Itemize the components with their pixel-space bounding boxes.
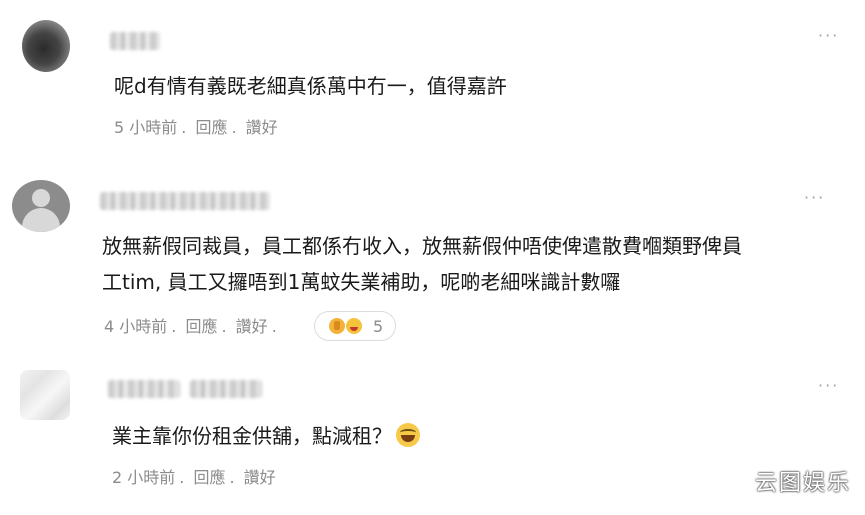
- author-name-blurred-2[interactable]: [190, 380, 262, 398]
- reply-link[interactable]: 回應: [185, 317, 217, 336]
- author-name-blurred[interactable]: [110, 32, 160, 50]
- author-name-blurred[interactable]: [100, 192, 270, 210]
- like-link[interactable]: 讚好: [236, 317, 268, 336]
- separator: .: [171, 317, 177, 336]
- comment-meta: 4 小時前. 回應. 讚好.: [104, 317, 281, 337]
- reaction-count: 5: [373, 316, 384, 336]
- like-link[interactable]: 讚好: [246, 118, 278, 137]
- separator: .: [231, 118, 237, 137]
- timestamp: 5 小時前: [114, 118, 178, 137]
- more-options-icon[interactable]: ···: [804, 190, 825, 206]
- thumbs-up-icon: [329, 318, 345, 334]
- avatar[interactable]: [20, 370, 70, 420]
- reply-link[interactable]: 回應: [195, 118, 227, 137]
- separator: .: [229, 468, 235, 487]
- avatar-head: [32, 189, 50, 207]
- timestamp: 2 小時前: [112, 468, 176, 487]
- comment-meta: 2 小時前. 回應. 讚好: [112, 468, 280, 488]
- comment-text-body: 業主靠你份租金供舖，點減租？: [112, 424, 392, 448]
- comment-text: 呢d有情有義既老細真係萬中冇一，值得嘉許: [114, 74, 507, 98]
- avatar[interactable]: [22, 20, 70, 72]
- comment-text-line-2: 工tim, 員工又攞唔到1萬蚊失業補助，呢啲老細咪識計數囉: [102, 270, 621, 294]
- comment-meta: 5 小時前. 回應. 讚好: [114, 118, 282, 138]
- separator: .: [181, 118, 187, 137]
- reply-link[interactable]: 回應: [193, 468, 225, 487]
- more-options-icon[interactable]: ···: [818, 28, 839, 44]
- avatar-shoulders: [22, 208, 60, 232]
- comment-text-line-1: 放無薪假同裁員，員工都係冇收入，放無薪假仲唔使俾遣散費嗰類野俾員: [102, 234, 742, 258]
- reactions-pill[interactable]: 5: [314, 311, 397, 341]
- comment-text: 業主靠你份租金供舖，點減租？: [112, 418, 420, 454]
- timestamp: 4 小時前: [104, 317, 168, 336]
- comment-text: 放無薪假同裁員，員工都係冇收入，放無薪假仲唔使俾遣散費嗰類野俾員 工tim, 員…: [102, 228, 852, 300]
- grinning-sweat-emoji-icon: [396, 423, 420, 447]
- watermark: 云图娱乐: [754, 471, 851, 496]
- like-link[interactable]: 讚好: [244, 468, 276, 487]
- more-options-icon[interactable]: ···: [818, 378, 839, 394]
- author-name-blurred[interactable]: [108, 380, 180, 398]
- separator: .: [179, 468, 185, 487]
- separator: .: [221, 317, 227, 336]
- laugh-icon: [346, 318, 362, 334]
- default-avatar-icon[interactable]: [12, 180, 70, 232]
- separator: .: [271, 317, 277, 336]
